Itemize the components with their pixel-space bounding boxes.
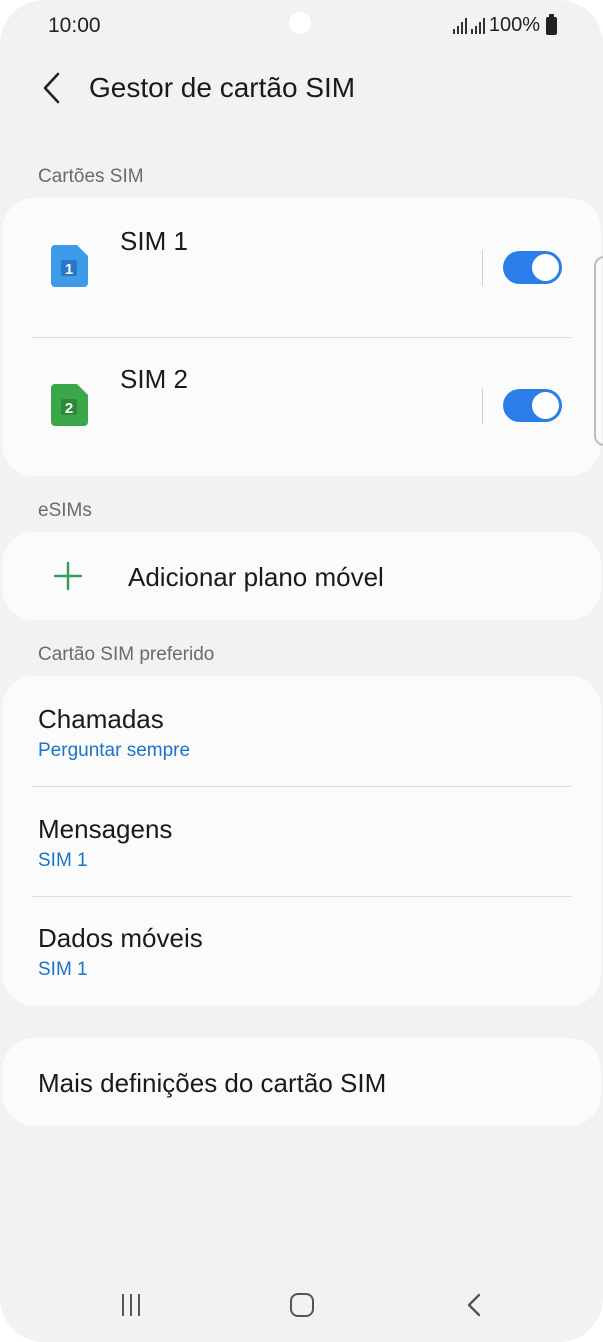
page-title: Gestor de cartão SIM — [89, 72, 356, 103]
navigation-bar — [0, 1270, 603, 1342]
sim-card-1-icon: 1 — [51, 245, 88, 287]
nav-back-button[interactable] — [460, 1290, 490, 1320]
preferred-item-title: Mensagens — [38, 814, 173, 844]
sim-card-1-number: 1 — [65, 261, 73, 278]
sim-1-toggle[interactable] — [503, 251, 562, 284]
toggle-knob — [530, 252, 561, 283]
front-camera — [289, 12, 311, 34]
scrollbar[interactable] — [594, 256, 603, 446]
status-bar: 10:00 100% — [0, 0, 603, 56]
sim-name-1: SIM 1 — [120, 226, 188, 256]
back-button[interactable] — [32, 68, 72, 108]
app-header: Gestor de cartão SIM — [0, 58, 603, 120]
sim-card-2-icon: 2 — [51, 384, 88, 426]
recent-apps-button[interactable] — [122, 1294, 140, 1316]
sim-row-1[interactable]: 1 SIM 1 — [2, 198, 601, 336]
preferred-item-value: SIM 1 — [38, 959, 88, 980]
sim-name-2: SIM 2 — [120, 364, 188, 394]
add-mobile-plan-label: Adicionar plano móvel — [128, 562, 384, 592]
phone-screen: 10:00 100% Gestor de cartão SIM Cartões … — [0, 0, 603, 1342]
toggle-separator — [482, 388, 483, 424]
status-time: 10:00 — [48, 14, 101, 37]
preferred-mobile-data-row[interactable]: Dados móveis SIM 1 — [2, 897, 601, 1007]
battery-icon — [546, 13, 557, 35]
toggle-knob — [530, 390, 561, 421]
toggle-separator — [482, 250, 483, 286]
sim-row-2[interactable]: 2 SIM 2 — [2, 338, 601, 476]
more-sim-settings-card[interactable]: Mais definições do cartão SIM — [2, 1038, 601, 1126]
preferred-item-value: Perguntar sempre — [38, 740, 191, 761]
preferred-item-value: SIM 1 — [38, 850, 88, 871]
status-indicators: 100% — [452, 13, 557, 37]
section-label-esims: eSIMs — [38, 500, 92, 521]
more-sim-settings-label: Mais definições do cartão SIM — [38, 1068, 387, 1098]
signal-sim2-icon — [470, 17, 485, 34]
sim-cards-card: 1 SIM 1 2 SIM 2 — [2, 198, 601, 476]
battery-percent: 100% — [488, 14, 540, 36]
section-label-sim-cards: Cartões SIM — [38, 166, 144, 187]
home-button[interactable] — [290, 1293, 314, 1317]
sim-2-toggle[interactable] — [503, 389, 562, 422]
sim-card-2-number: 2 — [65, 400, 73, 417]
chevron-left-icon — [43, 72, 60, 104]
preferred-sim-card: Chamadas Perguntar sempre Mensagens SIM … — [2, 676, 601, 1006]
preferred-calls-row[interactable]: Chamadas Perguntar sempre — [2, 676, 601, 786]
add-plan-card[interactable]: Adicionar plano móvel — [2, 532, 601, 620]
signal-sim1-icon — [452, 17, 467, 34]
section-label-preferred-sim: Cartão SIM preferido — [38, 644, 215, 665]
preferred-item-title: Chamadas — [38, 704, 164, 734]
plus-icon — [53, 561, 83, 591]
preferred-item-title: Dados móveis — [38, 923, 203, 953]
preferred-messages-row[interactable]: Mensagens SIM 1 — [2, 787, 601, 897]
